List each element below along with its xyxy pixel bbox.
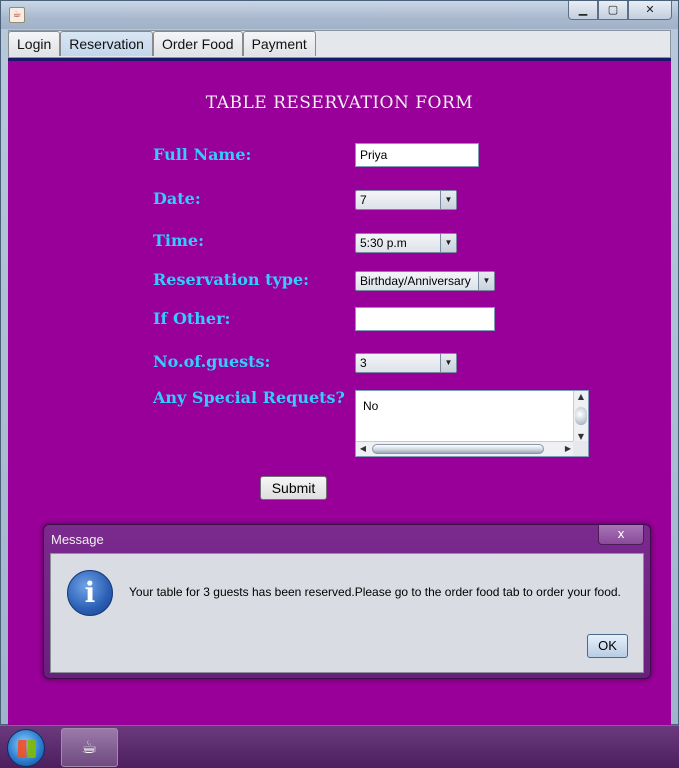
chevron-down-icon[interactable]: ▼ bbox=[440, 354, 456, 372]
windows-start-icon[interactable] bbox=[7, 729, 45, 767]
date-dropdown[interactable]: 7 ▼ bbox=[355, 190, 457, 210]
special-requests-label: Any Special Requets? bbox=[153, 388, 345, 407]
guests-dropdown-value: 3 bbox=[360, 356, 367, 370]
date-label: Date: bbox=[153, 189, 201, 208]
scroll-thumb-horizontal[interactable] bbox=[372, 444, 544, 454]
special-requests-value: No bbox=[363, 399, 379, 413]
form-title: TABLE RESERVATION FORM bbox=[205, 93, 474, 113]
scroll-thumb[interactable] bbox=[575, 407, 587, 425]
tab-payment[interactable]: Payment bbox=[242, 31, 316, 56]
time-dropdown-value: 5:30 p.m bbox=[360, 236, 407, 250]
scroll-left-icon[interactable]: ◀ bbox=[356, 442, 370, 456]
message-dialog: Message x i Your table for 3 guests has … bbox=[43, 524, 651, 679]
close-icon[interactable]: ✕ bbox=[628, 1, 672, 20]
chevron-down-icon[interactable]: ▼ bbox=[440, 191, 456, 209]
tab-order-food[interactable]: Order Food bbox=[152, 31, 243, 56]
chevron-down-icon[interactable]: ▼ bbox=[478, 272, 494, 290]
full-name-label: Full Name: bbox=[153, 145, 252, 164]
tab-bar: Login Reservation Order Food Payment bbox=[8, 31, 316, 56]
submit-button[interactable]: Submit bbox=[260, 476, 327, 500]
reservation-type-value: Birthday/Anniversary bbox=[360, 274, 471, 288]
scroll-corner bbox=[573, 441, 588, 456]
tab-login[interactable]: Login bbox=[8, 31, 61, 56]
guests-label: No.of.guests: bbox=[153, 352, 271, 371]
if-other-field[interactable] bbox=[355, 307, 495, 331]
date-dropdown-value: 7 bbox=[360, 193, 367, 207]
info-icon: i bbox=[67, 570, 113, 616]
reservation-type-dropdown[interactable]: Birthday/Anniversary ▼ bbox=[355, 271, 495, 291]
ok-button[interactable]: OK bbox=[587, 634, 628, 658]
window-titlebar[interactable]: ☕ ▁ ▢ ✕ bbox=[1, 1, 678, 29]
taskbar: ☕ bbox=[0, 725, 679, 768]
java-icon[interactable]: ☕ bbox=[61, 728, 118, 767]
windows-flag-icon bbox=[18, 740, 36, 758]
special-requests-textarea[interactable]: No ▲ ▼ ◀ ▶ bbox=[355, 390, 589, 457]
java-coffee-icon: ☕ bbox=[9, 7, 25, 23]
time-dropdown[interactable]: 5:30 p.m ▼ bbox=[355, 233, 457, 253]
maximize-icon[interactable]: ▢ bbox=[598, 1, 628, 20]
guests-dropdown[interactable]: 3 ▼ bbox=[355, 353, 457, 373]
reservation-type-label: Reservation type: bbox=[153, 270, 310, 289]
time-label: Time: bbox=[153, 231, 204, 250]
horizontal-scrollbar[interactable]: ◀ ▶ bbox=[356, 441, 575, 456]
if-other-label: If Other: bbox=[153, 309, 231, 328]
tab-reservation[interactable]: Reservation bbox=[60, 31, 153, 56]
dialog-body: i Your table for 3 guests has been reser… bbox=[50, 553, 644, 673]
vertical-scrollbar[interactable]: ▲ ▼ bbox=[573, 391, 588, 443]
scroll-up-icon[interactable]: ▲ bbox=[574, 391, 588, 403]
dialog-title: Message bbox=[51, 532, 104, 547]
chevron-down-icon[interactable]: ▼ bbox=[440, 234, 456, 252]
dialog-message: Your table for 3 guests has been reserve… bbox=[129, 585, 621, 599]
full-name-field[interactable]: Priya bbox=[355, 143, 479, 167]
window-controls: ▁ ▢ ✕ bbox=[568, 1, 672, 21]
minimize-icon[interactable]: ▁ bbox=[568, 1, 598, 20]
dialog-close-icon[interactable]: x bbox=[598, 525, 644, 545]
